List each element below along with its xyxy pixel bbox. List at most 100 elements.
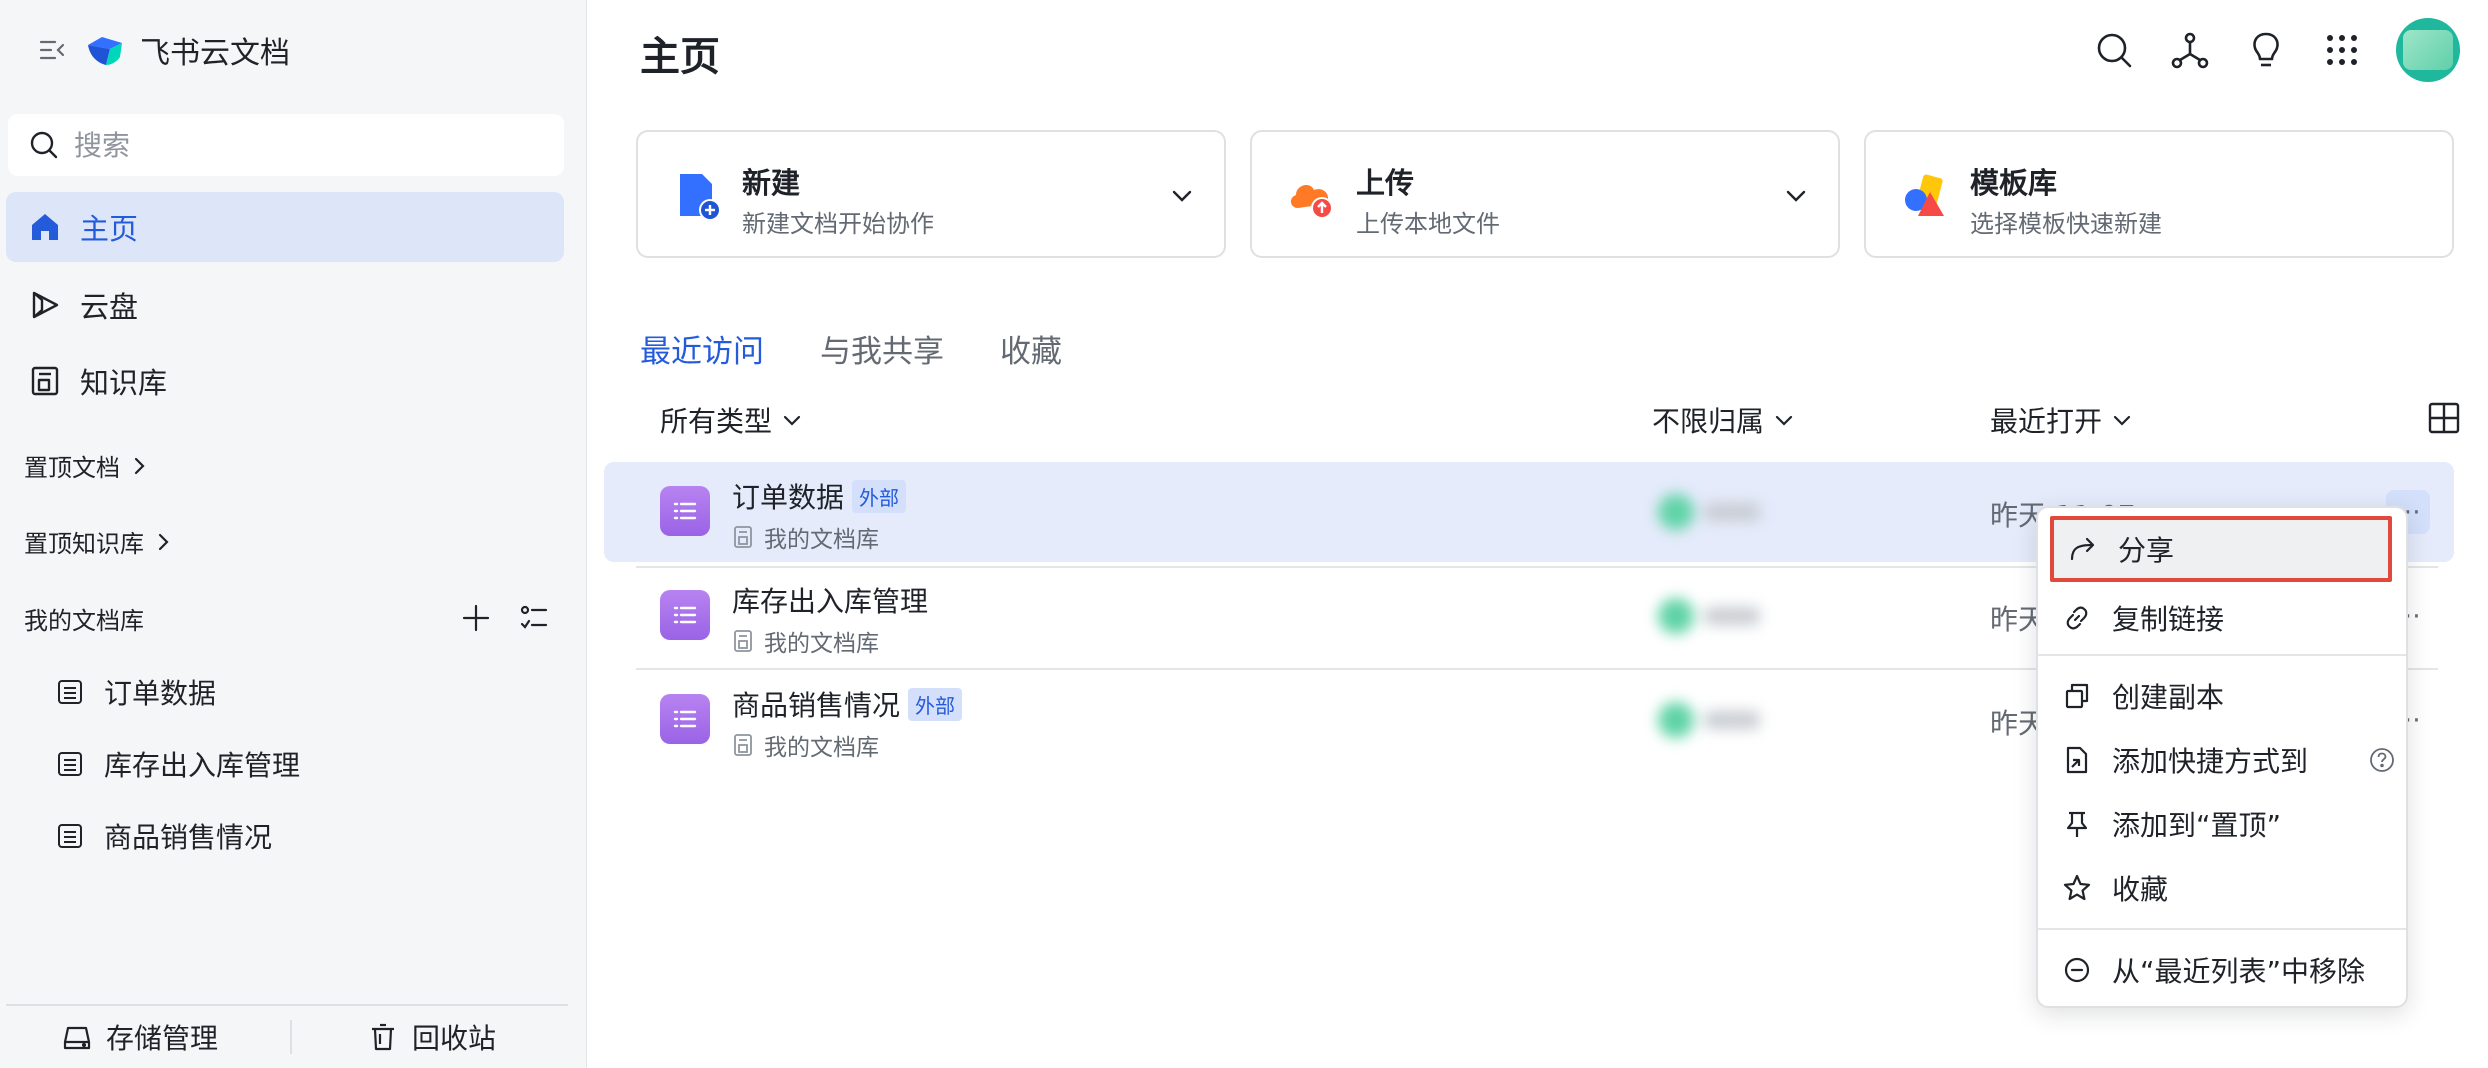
card-title: 模板库 (1970, 166, 2058, 200)
menu-label: 添加快捷方式到 (2112, 745, 2309, 778)
library-icon (734, 734, 752, 756)
wiki-icon (31, 366, 59, 396)
my-library-title: 我的文档库 (24, 606, 144, 635)
type-filter[interactable]: 所有类型 (660, 400, 804, 440)
library-item-label: 库存出入库管理 (104, 749, 301, 782)
library-item[interactable]: 库存出入库管理 (56, 740, 300, 788)
file-location-text: 我的文档库 (764, 735, 879, 761)
context-menu: 分享 复制链接 创建副本 添加快捷方式到 添加到“置顶” 收藏 从“最近列表”中… (2036, 506, 2408, 1008)
new-doc-card[interactable]: 新建 新建文档开始协作 (636, 130, 1226, 258)
chevron-down-icon[interactable] (1168, 182, 1196, 210)
menu-label: 创建副本 (2112, 681, 2225, 714)
chevron-right-icon (134, 457, 145, 474)
pinned-docs-link[interactable]: 置顶文档 (24, 448, 150, 483)
library-item-label: 订单数据 (104, 677, 217, 710)
network-icon (2171, 32, 2209, 69)
avatar[interactable] (2396, 18, 2460, 82)
sort-filter-label: 最近打开 (1990, 405, 2103, 438)
chevron-down-icon (783, 415, 801, 426)
top-toolbar (2092, 18, 2460, 82)
file-name-text: 库存出入库管理 (732, 585, 929, 618)
sheet-doc-icon (58, 824, 82, 848)
file-name: 库存出入库管理 (732, 580, 928, 620)
list-settings-icon[interactable] (518, 602, 550, 634)
sheet-icon (660, 694, 710, 744)
nav-item-wiki[interactable]: 知识库 (6, 346, 564, 416)
tab-shared[interactable]: 与我共享 (820, 326, 944, 371)
tab-favorites[interactable]: 收藏 (1000, 326, 1062, 371)
owner-blurred (1658, 484, 1768, 540)
link-icon (2066, 606, 2088, 630)
external-badge: 外部 (852, 479, 907, 513)
trash-icon (372, 1023, 395, 1051)
app-logo-icon (88, 37, 122, 65)
connect-button[interactable] (2168, 28, 2212, 72)
sidebar: 飞书云文档 主页 云盘 知识库 置顶文档 置顶知识库 我的文档库 (0, 0, 587, 1068)
menu-label: 从“最近列表”中移除 (2112, 955, 2366, 988)
collapse-sidebar-icon[interactable] (38, 35, 68, 65)
menu-divider (2038, 654, 2406, 656)
add-icon[interactable] (460, 602, 492, 634)
menu-item-pin[interactable]: 添加到“置顶” (2048, 794, 2398, 854)
menu-item-add-shortcut[interactable]: 添加快捷方式到 (2048, 730, 2398, 790)
search-icon (2097, 33, 2132, 68)
footer-divider (290, 1020, 293, 1054)
menu-item-favorite[interactable]: 收藏 (2048, 858, 2398, 918)
library-icon (734, 526, 752, 548)
storage-management-button[interactable]: 存储管理 (62, 1017, 218, 1057)
menu-item-duplicate[interactable]: 创建副本 (2048, 666, 2398, 726)
owner-blurred (1658, 588, 1768, 644)
share-icon (2070, 537, 2095, 561)
help-icon[interactable] (2368, 746, 2396, 774)
nav-label-home: 主页 (80, 212, 139, 246)
my-library-header: 我的文档库 (24, 600, 550, 636)
upload-card[interactable]: 上传 上传本地文件 (1250, 130, 1840, 258)
card-subtitle: 上传本地文件 (1356, 210, 1500, 238)
library-item[interactable]: 商品销售情况 (56, 812, 272, 860)
menu-label: 添加到“置顶” (2112, 809, 2282, 842)
lightbulb-icon (2253, 32, 2279, 67)
page-title: 主页 (640, 34, 720, 80)
search-box[interactable] (8, 114, 564, 176)
search-icon (30, 131, 58, 159)
owner-filter[interactable]: 不限归属 (1652, 400, 1796, 440)
nav-label-wiki: 知识库 (80, 366, 168, 400)
chevron-down-icon[interactable] (1782, 182, 1810, 210)
pinned-wikis-link[interactable]: 置顶知识库 (24, 524, 174, 559)
nav-item-home[interactable]: 主页 (6, 192, 564, 262)
card-subtitle: 选择模板快速新建 (1970, 210, 2162, 238)
owner-filter-label: 不限归属 (1652, 405, 1765, 438)
global-search-button[interactable] (2092, 28, 2136, 72)
menu-item-remove-from-recent[interactable]: 从“最近列表”中移除 (2048, 940, 2398, 1000)
chevron-down-icon (1775, 415, 1793, 426)
template-library-card[interactable]: 模板库 选择模板快速新建 (1864, 130, 2454, 258)
trash-button[interactable]: 回收站 (368, 1017, 496, 1057)
owner-blurred (1658, 692, 1768, 748)
card-title: 新建 (742, 166, 801, 200)
pinned-docs-label: 置顶文档 (24, 454, 120, 482)
menu-item-copy-link[interactable]: 复制链接 (2048, 588, 2398, 648)
menu-divider (2038, 928, 2406, 930)
pin-icon (2066, 811, 2088, 837)
file-name-text: 商品销售情况 (732, 689, 901, 722)
search-input[interactable] (74, 128, 534, 162)
storage-label: 存储管理 (106, 1022, 219, 1055)
nav-item-cloud-drive[interactable]: 云盘 (6, 270, 564, 340)
tips-button[interactable] (2244, 28, 2288, 72)
apps-button[interactable] (2320, 28, 2364, 72)
trash-label: 回收站 (412, 1022, 497, 1055)
sort-filter[interactable]: 最近打开 (1990, 400, 2134, 440)
type-filter-label: 所有类型 (660, 405, 773, 438)
library-item[interactable]: 订单数据 (56, 668, 216, 716)
file-location: 我的文档库 (732, 728, 879, 762)
card-title: 上传 (1356, 166, 1415, 200)
sheet-icon (660, 590, 710, 640)
file-location-text: 我的文档库 (764, 631, 879, 657)
menu-label: 分享 (2118, 534, 2175, 567)
home-icon (32, 214, 58, 240)
menu-label: 复制链接 (2112, 603, 2225, 636)
tab-recent[interactable]: 最近访问 (640, 326, 764, 371)
remove-icon (2064, 957, 2090, 983)
grid-view-icon[interactable] (2426, 400, 2462, 436)
menu-item-share[interactable]: 分享 (2050, 516, 2392, 582)
